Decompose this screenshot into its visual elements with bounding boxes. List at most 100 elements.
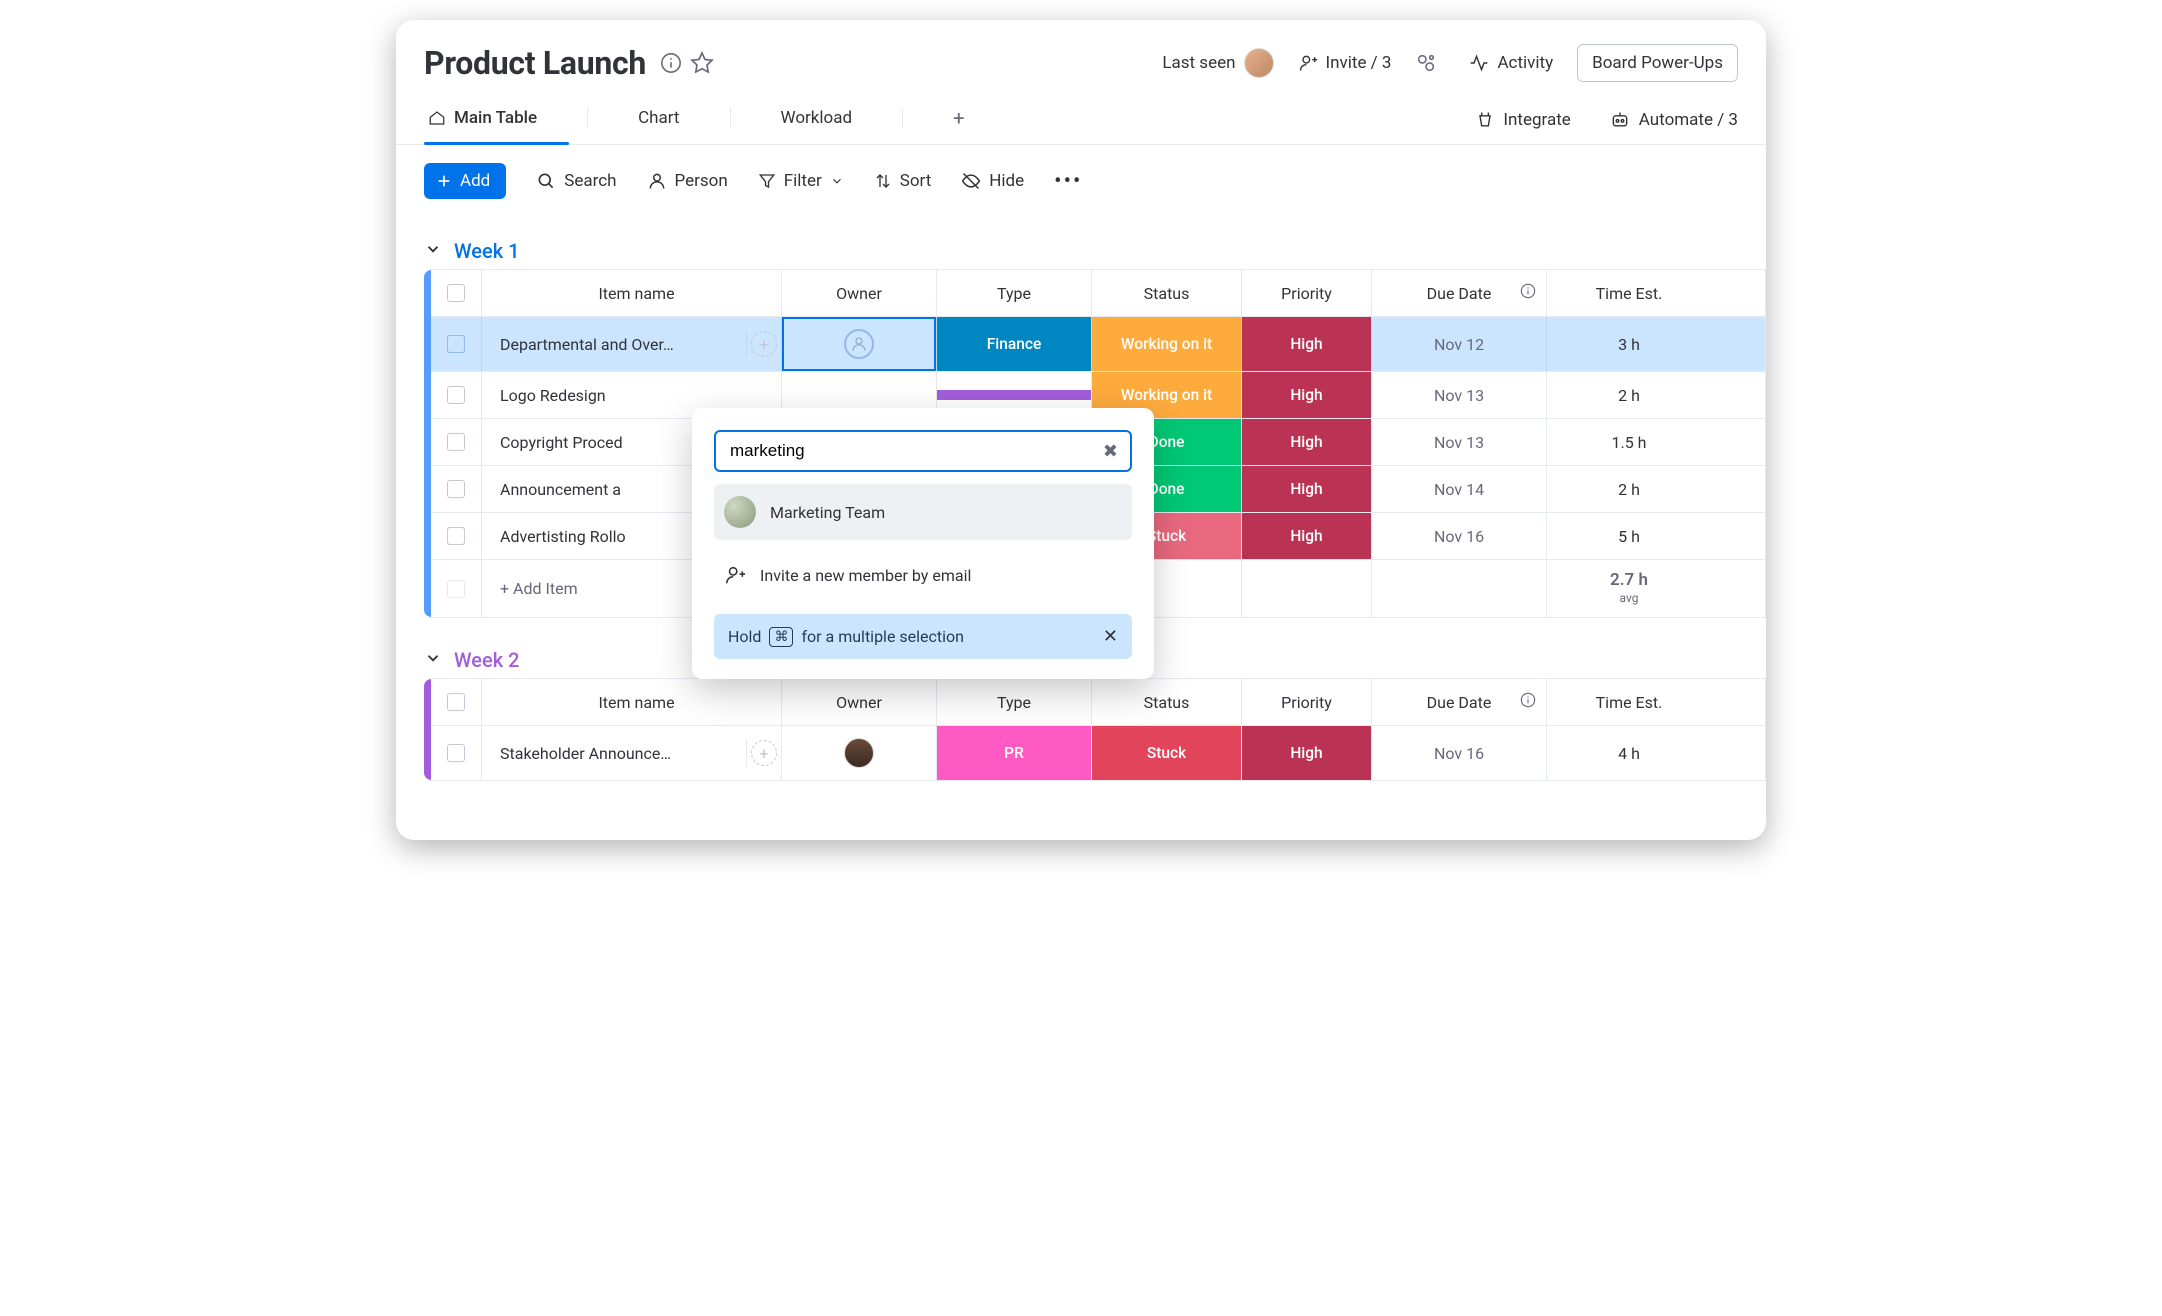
col-priority[interactable]: Priority (1241, 270, 1371, 316)
sort-button[interactable]: Sort (874, 171, 932, 191)
activity-button[interactable]: Activity (1469, 53, 1553, 73)
item-name-cell[interactable]: Departmental and Over… + (481, 317, 781, 371)
more-options-button[interactable]: ••• (1054, 169, 1082, 194)
due-date-cell[interactable]: Nov 12 (1371, 317, 1546, 371)
time-summary-cell: 2.7 havg (1546, 560, 1711, 617)
priority-cell[interactable]: High (1241, 372, 1371, 418)
tab-chart[interactable]: Chart (634, 98, 683, 142)
board-title: Product Launch (424, 44, 646, 82)
invite-person-icon (724, 564, 746, 586)
table-header-row: Item name Owner Type Status Priority Due… (431, 679, 1765, 725)
col-status[interactable]: Status (1091, 679, 1241, 725)
invite-button[interactable]: Invite / 3 (1298, 53, 1392, 73)
add-view-button[interactable]: + (949, 96, 968, 144)
col-due-date[interactable]: Due Date (1371, 679, 1546, 725)
view-tabs: Main Table Chart Workload + Integrate Au… (396, 96, 1766, 145)
priority-cell[interactable]: High (1241, 317, 1371, 371)
option-invite-member[interactable]: Invite a new member by email (714, 552, 1132, 598)
hide-button[interactable]: Hide (961, 171, 1024, 191)
col-item-name[interactable]: Item name (481, 679, 781, 725)
info-icon[interactable] (660, 52, 682, 74)
due-date-cell[interactable]: Nov 16 (1371, 726, 1546, 780)
search-button[interactable]: Search (536, 171, 616, 191)
collapse-icon[interactable] (424, 239, 442, 263)
status-cell[interactable]: Stuck (1091, 726, 1241, 780)
integrate-button[interactable]: Integrate (1475, 110, 1570, 130)
col-type[interactable]: Type (936, 270, 1091, 316)
person-filter-button[interactable]: Person (647, 171, 728, 191)
group-color-strip (424, 270, 431, 617)
clear-search-icon[interactable]: ✖ (1103, 441, 1118, 462)
owner-cell[interactable] (781, 726, 936, 780)
select-all-cell[interactable] (431, 270, 481, 316)
priority-cell[interactable]: High (1241, 466, 1371, 512)
status-cell[interactable]: Working on it (1091, 317, 1241, 371)
row-checkbox[interactable] (431, 317, 481, 371)
favorite-star-icon[interactable] (690, 51, 714, 75)
add-comment-icon[interactable]: + (746, 331, 781, 357)
add-item-button[interactable]: Add (424, 163, 506, 199)
board-header: Product Launch Last seen Invite / 3 Acti… (396, 20, 1766, 96)
time-est-cell[interactable]: 2 h (1546, 466, 1711, 512)
person-icon (844, 329, 874, 359)
last-seen[interactable]: Last seen (1162, 48, 1273, 78)
type-cell[interactable]: Finance (936, 317, 1091, 371)
priority-cell[interactable]: High (1241, 513, 1371, 559)
row-checkbox[interactable] (431, 419, 481, 465)
permissions-icon[interactable] (1415, 52, 1437, 74)
due-date-cell[interactable]: Nov 13 (1371, 372, 1546, 418)
info-icon[interactable] (1520, 283, 1536, 303)
due-date-cell[interactable]: Nov 14 (1371, 466, 1546, 512)
multi-select-hint: Hold ⌘ for a multiple selection ✕ (714, 614, 1132, 659)
table-header-row: Item name Owner Type Status Priority Due… (431, 270, 1765, 316)
collapse-icon[interactable] (424, 648, 442, 672)
col-status[interactable]: Status (1091, 270, 1241, 316)
item-name-cell[interactable]: Stakeholder Announce… + (481, 726, 781, 780)
tab-workload[interactable]: Workload (777, 98, 857, 142)
col-item-name[interactable]: Item name (481, 270, 781, 316)
col-time-est[interactable]: Time Est. (1546, 270, 1711, 316)
group-color-strip (424, 679, 431, 780)
group-table: Item name Owner Type Status Priority Due… (424, 678, 1766, 781)
row-checkbox[interactable] (431, 726, 481, 780)
time-est-cell[interactable]: 3 h (1546, 317, 1711, 371)
type-cell[interactable]: PR (936, 726, 1091, 780)
owner-cell[interactable] (781, 317, 936, 371)
row-checkbox[interactable] (431, 513, 481, 559)
person-search-field[interactable]: ✖ (714, 430, 1132, 472)
board-powerups-button[interactable]: Board Power-Ups (1577, 44, 1738, 82)
col-type[interactable]: Type (936, 679, 1091, 725)
col-due-date[interactable]: Due Date (1371, 270, 1546, 316)
time-est-cell[interactable]: 5 h (1546, 513, 1711, 559)
close-hint-icon[interactable]: ✕ (1103, 626, 1118, 647)
cmd-key-icon: ⌘ (769, 627, 793, 647)
tab-main-table[interactable]: Main Table (424, 98, 541, 142)
col-owner[interactable]: Owner (781, 679, 936, 725)
priority-cell[interactable]: High (1241, 726, 1371, 780)
search-input[interactable] (728, 440, 1103, 462)
row-checkbox[interactable] (431, 466, 481, 512)
col-priority[interactable]: Priority (1241, 679, 1371, 725)
time-est-cell[interactable]: 1.5 h (1546, 419, 1711, 465)
active-tab-indicator (424, 142, 569, 145)
due-date-cell[interactable]: Nov 16 (1371, 513, 1546, 559)
automate-button[interactable]: Automate / 3 (1609, 110, 1738, 130)
col-time-est[interactable]: Time Est. (1546, 679, 1711, 725)
group-header[interactable]: Week 1 (424, 239, 1766, 263)
option-marketing-team[interactable]: Marketing Team (714, 484, 1132, 540)
board-app: Product Launch Last seen Invite / 3 Acti… (396, 20, 1766, 840)
table-row[interactable]: Stakeholder Announce… + PR Stuck High No… (431, 725, 1765, 780)
owner-avatar (844, 738, 874, 768)
due-date-cell[interactable]: Nov 13 (1371, 419, 1546, 465)
row-checkbox[interactable] (431, 372, 481, 418)
priority-cell[interactable]: High (1241, 419, 1371, 465)
time-est-cell[interactable]: 4 h (1546, 726, 1711, 780)
table-row[interactable]: Departmental and Over… + Finance Working… (431, 316, 1765, 371)
chevron-down-icon (830, 174, 844, 188)
filter-button[interactable]: Filter (758, 171, 844, 191)
info-icon[interactable] (1520, 692, 1536, 712)
col-owner[interactable]: Owner (781, 270, 936, 316)
select-all-cell[interactable] (431, 679, 481, 725)
time-est-cell[interactable]: 2 h (1546, 372, 1711, 418)
add-comment-icon[interactable]: + (746, 740, 781, 766)
